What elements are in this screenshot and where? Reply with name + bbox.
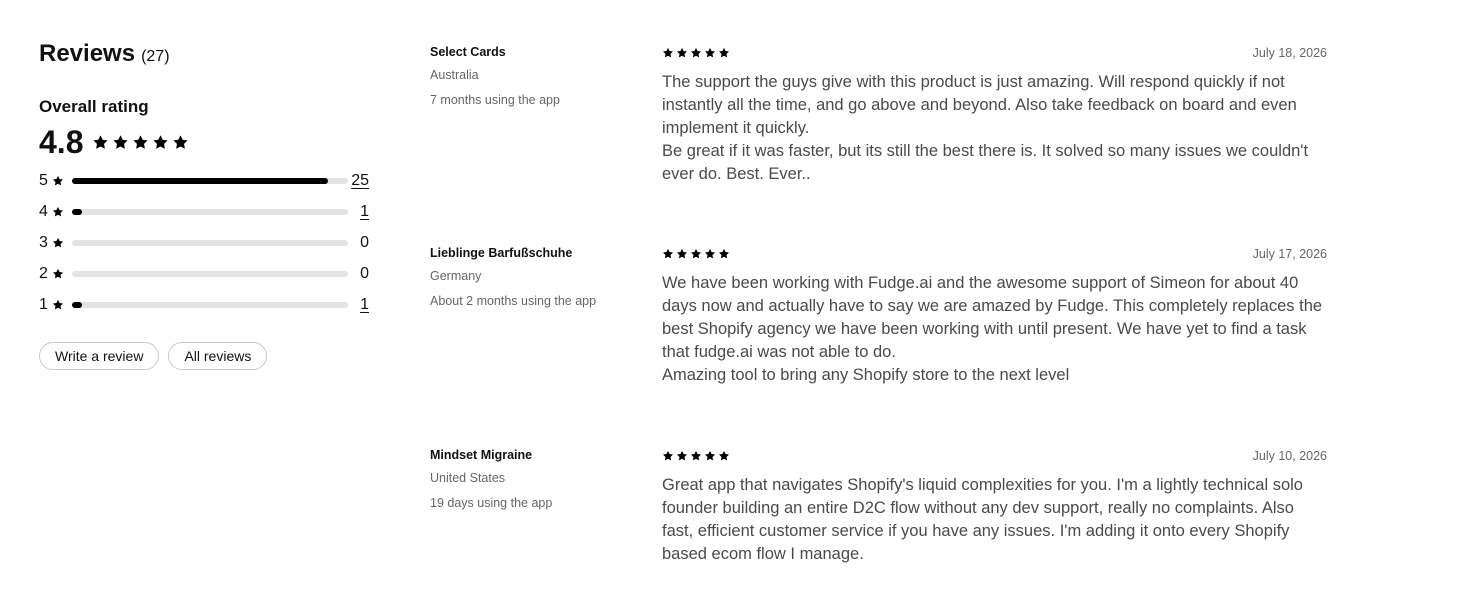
reviews-heading: Reviews (27) xyxy=(39,40,369,76)
rating-bar-row: 30 xyxy=(39,227,369,258)
overall-stars xyxy=(92,134,192,151)
review-paragraph: Amazing tool to bring any Shopify store … xyxy=(662,366,1070,384)
rating-distribution: 5 25 4 1 3 0 2 0 1 1 xyxy=(39,165,369,320)
rating-bar-row: 41 xyxy=(39,196,369,227)
rating-bar-fill xyxy=(72,208,83,215)
rating-bar-count[interactable]: 1 xyxy=(360,203,369,221)
star-icon xyxy=(691,248,701,259)
star-icon xyxy=(677,47,687,58)
rating-bar-track xyxy=(72,177,348,184)
star-icon xyxy=(113,134,129,149)
rating-bar-count[interactable]: 25 xyxy=(351,172,369,190)
star-icon xyxy=(173,134,189,149)
reviews-count: (27) xyxy=(141,48,170,65)
rating-bar-stars: 2 xyxy=(39,264,48,282)
review-paragraph: We have been working with Fudge.ai and t… xyxy=(662,274,1323,361)
star-icon xyxy=(691,47,701,58)
review-date: July 17, 2026 xyxy=(1252,247,1327,261)
star-icon xyxy=(719,47,729,58)
rating-summary: Reviews (27) Overall rating 4.8 5 25 4 1 3 0 2… xyxy=(39,40,369,370)
star-icon xyxy=(93,134,109,149)
rating-bar-fill xyxy=(72,301,83,308)
all-reviews-button[interactable]: All reviews xyxy=(168,342,268,370)
reviewer-country: Australia xyxy=(430,68,479,82)
review-paragraph: Be great if it was faster, but its still… xyxy=(662,142,1309,183)
rating-bar-row: 11 xyxy=(39,289,369,320)
overall-rating: 4.8 xyxy=(39,122,369,162)
review-text: The support the guys give with this prod… xyxy=(662,71,1327,186)
star-icon xyxy=(719,248,729,259)
reviewer-store-name: Select Cards xyxy=(430,45,506,59)
overall-rating-label: Overall rating xyxy=(39,97,149,116)
review-stars xyxy=(662,450,732,462)
review-date: July 18, 2026 xyxy=(1252,46,1327,60)
overall-rating-value: 4.8 xyxy=(39,123,84,160)
star-icon xyxy=(53,206,63,216)
star-icon xyxy=(53,175,63,185)
rating-bar-count: 0 xyxy=(360,264,369,282)
rating-bar-stars: 5 xyxy=(39,171,48,189)
review-body: July 17, 2026 We have been working with F… xyxy=(662,246,1327,387)
rating-bar-stars: 1 xyxy=(39,295,48,313)
review-header: July 17, 2026 xyxy=(662,246,1327,262)
reviewer-store-name: Mindset Migraine xyxy=(430,448,533,462)
star-icon xyxy=(663,248,673,259)
review-body: July 18, 2026 The support the guys give w… xyxy=(662,45,1327,186)
review-paragraph: The support the guys give with this prod… xyxy=(662,73,1297,137)
rating-bar-row: 20 xyxy=(39,258,369,289)
reviewer-info: Mindset Migraine United States 19 days usi… xyxy=(430,448,650,510)
rating-bar-count: 0 xyxy=(360,233,369,251)
rating-bar-fill xyxy=(72,177,328,184)
rating-bar-row: 5 25 xyxy=(39,165,369,196)
rating-bar-stars: 3 xyxy=(39,233,48,251)
star-icon xyxy=(677,450,687,461)
review-text: We have been working with Fudge.ai and t… xyxy=(662,272,1327,387)
star-icon xyxy=(691,450,701,461)
review-stars xyxy=(662,47,732,59)
rating-bar-track xyxy=(72,270,348,277)
rating-bar-track xyxy=(72,208,348,215)
rating-bar-count[interactable]: 1 xyxy=(360,296,369,314)
star-icon xyxy=(719,450,729,461)
star-icon xyxy=(133,134,149,149)
write-review-button[interactable]: Write a review xyxy=(39,342,160,370)
review-text: Great app that navigates Shopify's liqui… xyxy=(662,474,1327,566)
star-icon xyxy=(705,47,715,58)
star-icon xyxy=(663,47,673,58)
star-icon xyxy=(677,248,687,259)
reviewer-usage: 19 days using the app xyxy=(430,496,553,510)
rating-bar-track xyxy=(72,239,348,246)
reviewer-usage: 7 months using the app xyxy=(430,93,560,107)
review-header: July 18, 2026 xyxy=(662,45,1327,61)
reviewer-info: Lieblinge Barfußschuhe Germany About 2 mon… xyxy=(430,246,650,308)
star-icon xyxy=(153,134,169,149)
review-actions: Write a review All reviews xyxy=(39,342,369,370)
review-date: July 10, 2026 xyxy=(1252,449,1327,463)
rating-bar-track xyxy=(72,301,348,308)
rating-bar-stars: 4 xyxy=(39,202,48,220)
reviewer-store-name: Lieblinge Barfußschuhe xyxy=(430,246,573,260)
star-icon xyxy=(53,268,63,278)
star-icon xyxy=(663,450,673,461)
reviewer-country: Germany xyxy=(430,269,482,283)
star-icon xyxy=(53,299,63,309)
reviews-title: Reviews xyxy=(39,40,136,67)
reviewer-usage: About 2 months using the app xyxy=(430,294,597,308)
review-header: July 10, 2026 xyxy=(662,448,1327,464)
reviewer-country: United States xyxy=(430,471,506,485)
reviewer-info: Select Cards Australia 7 months using the … xyxy=(430,45,650,107)
star-icon xyxy=(53,237,63,247)
star-icon xyxy=(705,248,715,259)
star-icon xyxy=(705,450,715,461)
review-stars xyxy=(662,248,732,260)
review-body: July 10, 2026 Great app that navigates Sh… xyxy=(662,448,1327,566)
review-paragraph: Great app that navigates Shopify's liqui… xyxy=(662,476,1303,563)
